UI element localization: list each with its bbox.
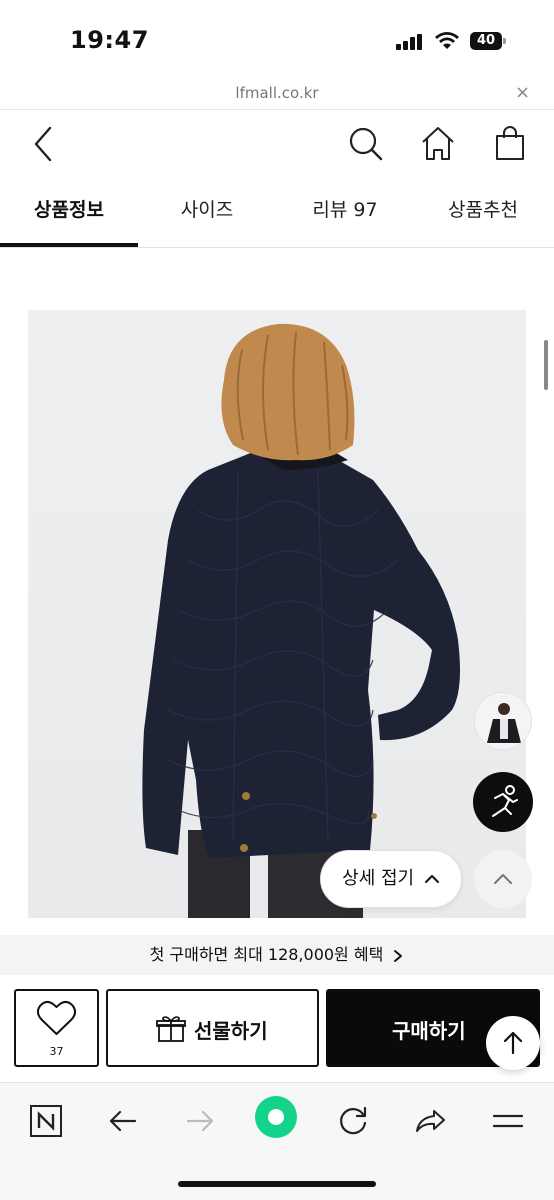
- url-bar[interactable]: lfmall.co.kr ×: [0, 80, 554, 110]
- header: [0, 112, 554, 176]
- model-thumbnail-image: [475, 693, 531, 749]
- menu-icon[interactable]: [486, 1099, 530, 1143]
- tab-size[interactable]: 사이즈: [138, 178, 276, 248]
- status-bar: 19:47 40: [0, 0, 554, 80]
- collapse-details-label: 상세 접기: [342, 868, 415, 889]
- gift-label: 선물하기: [194, 1019, 268, 1043]
- battery-level: 40: [470, 32, 502, 50]
- buy-label: 구매하기: [392, 1019, 466, 1043]
- chevron-up-icon: [494, 874, 512, 884]
- home-icon[interactable]: [418, 124, 458, 164]
- running-person-button[interactable]: [473, 772, 533, 832]
- arrow-up-icon: [503, 1031, 523, 1055]
- gift-button[interactable]: 선물하기: [106, 989, 319, 1067]
- chevron-right-icon: [394, 949, 403, 962]
- green-dot-icon[interactable]: [254, 1095, 298, 1139]
- scroll-up-small-button[interactable]: [474, 850, 532, 908]
- naver-n-icon[interactable]: [24, 1099, 68, 1143]
- search-icon[interactable]: [346, 124, 386, 164]
- share-icon[interactable]: [408, 1099, 452, 1143]
- promo-banner[interactable]: 첫 구매하면 최대 128,000원 혜택: [0, 935, 554, 975]
- product-image[interactable]: [28, 310, 526, 918]
- heart-icon: [36, 1000, 77, 1035]
- close-icon[interactable]: ×: [515, 82, 530, 103]
- tab-reviews[interactable]: 리뷰 97: [276, 178, 414, 248]
- wishlist-button[interactable]: 37: [14, 989, 99, 1067]
- battery-icon: 40: [470, 32, 506, 50]
- status-time: 19:47: [70, 26, 149, 54]
- scroll-to-top-button[interactable]: [486, 1016, 540, 1070]
- running-person-icon: [492, 785, 518, 817]
- product-tabs: 상품정보 사이즈 리뷰 97 상품추천: [0, 178, 554, 248]
- wishlist-count: 37: [49, 1045, 64, 1058]
- shopping-bag-icon[interactable]: [490, 124, 530, 164]
- back-arrow-icon[interactable]: [24, 124, 64, 164]
- url-text[interactable]: lfmall.co.kr: [0, 84, 554, 102]
- product-photo-jacket: [142, 323, 460, 918]
- active-tab-indicator: [0, 243, 138, 247]
- wifi-icon: [435, 32, 459, 49]
- purchase-action-bar: 37 선물하기 구매하기: [0, 975, 554, 1081]
- cellular-signal-icon: [396, 34, 422, 50]
- forward-arrow-icon[interactable]: [178, 1099, 222, 1143]
- tab-product-info[interactable]: 상품정보: [0, 178, 138, 248]
- model-thumbnail[interactable]: [474, 692, 532, 750]
- collapse-details-button[interactable]: 상세 접기: [320, 850, 462, 908]
- page-scrollbar[interactable]: [544, 340, 548, 390]
- tab-recommendations[interactable]: 상품추천: [414, 178, 552, 248]
- refresh-icon[interactable]: [331, 1099, 375, 1143]
- gift-icon: [156, 1016, 186, 1042]
- promo-text: 첫 구매하면 최대 128,000원 혜택: [149, 945, 384, 964]
- home-indicator[interactable]: [178, 1181, 376, 1187]
- chevron-up-icon: [424, 875, 439, 883]
- back-arrow-icon[interactable]: [101, 1099, 145, 1143]
